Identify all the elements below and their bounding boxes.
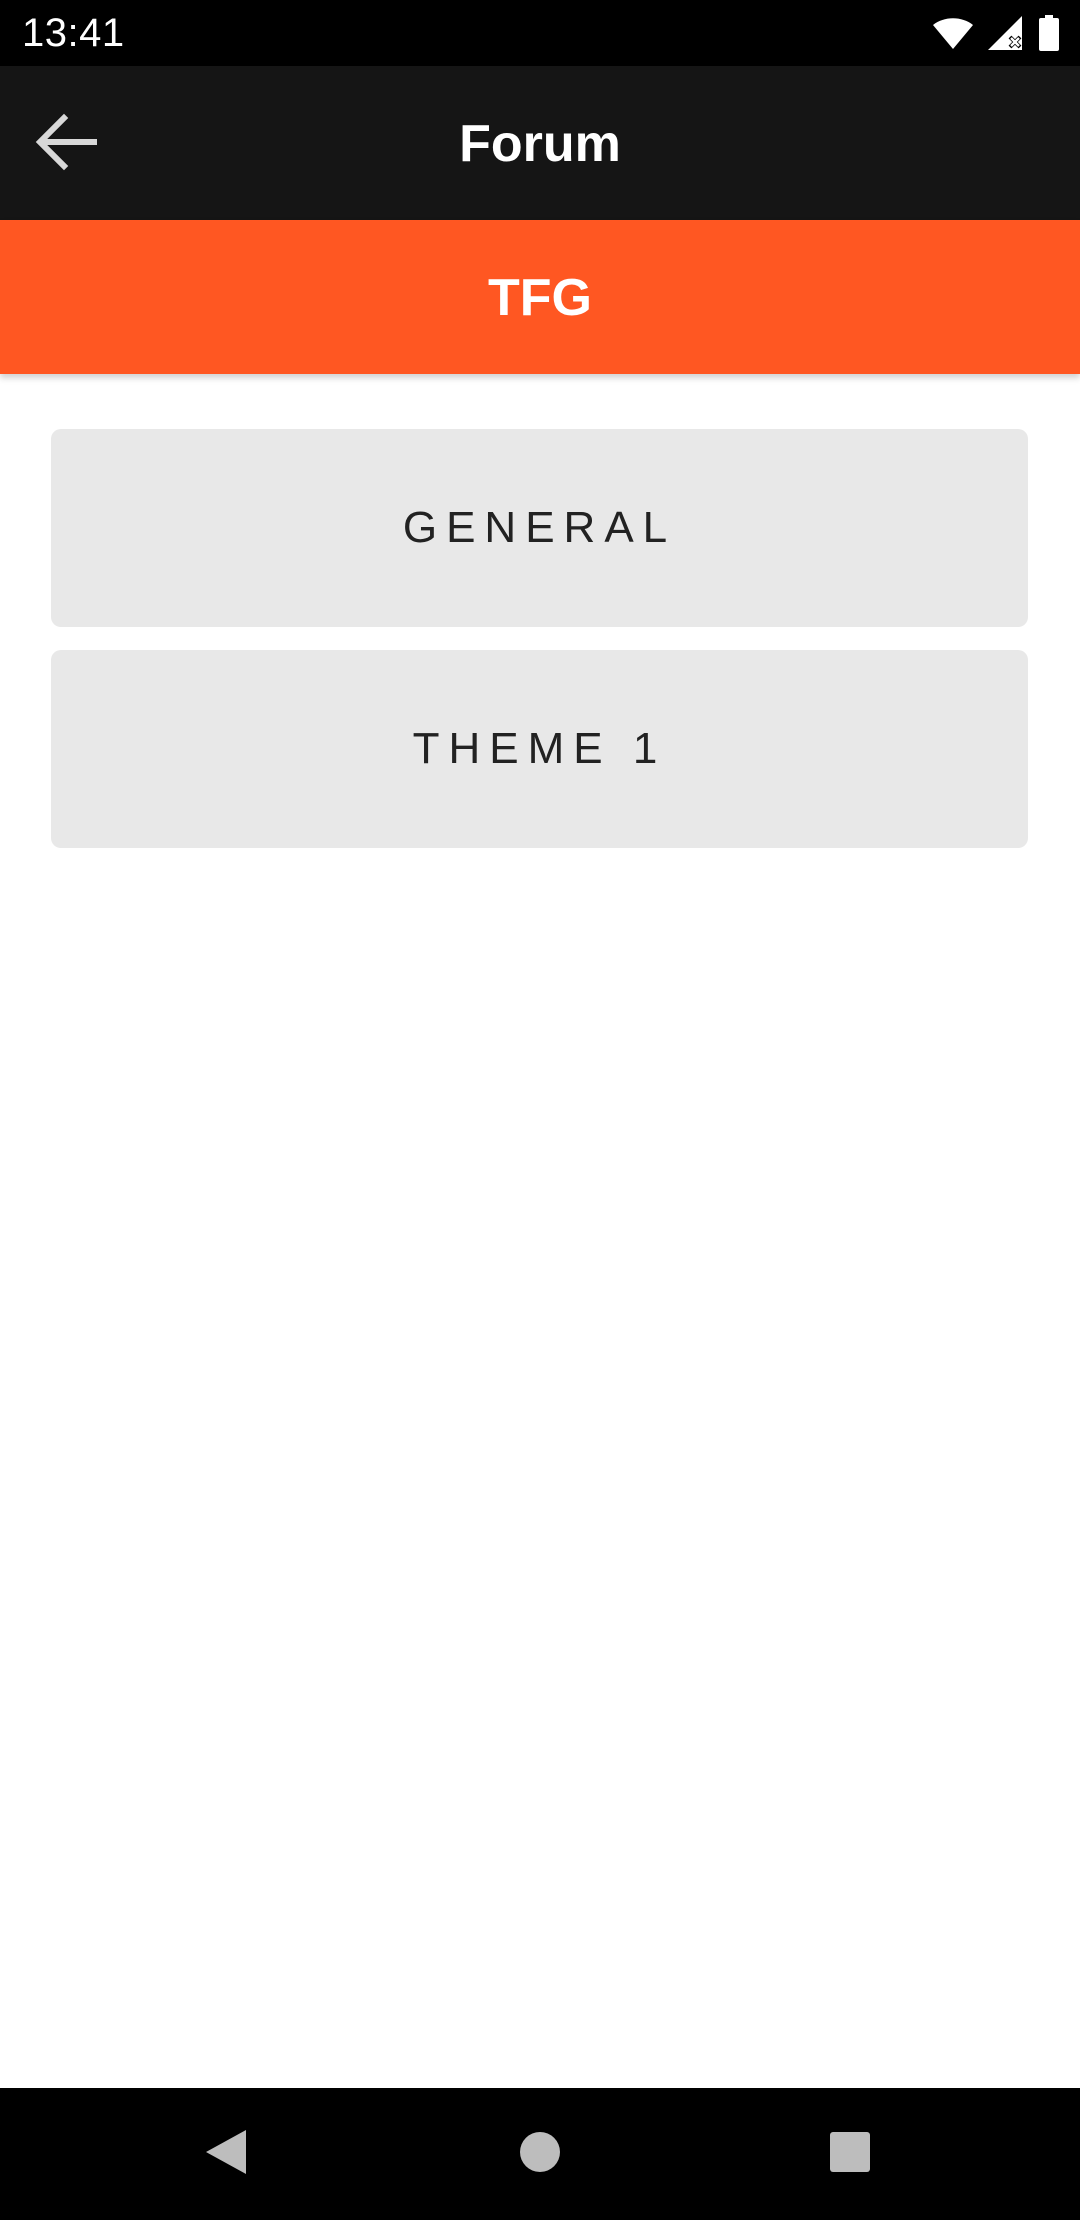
battery-icon <box>1038 15 1060 51</box>
forum-banner: TFG <box>0 220 1080 374</box>
screen: 13:41 Forum TFG GENERAL THEME 1 <box>0 0 1080 2220</box>
theme-1-button-label: THEME 1 <box>412 724 667 773</box>
toolbar: Forum <box>0 66 1080 220</box>
status-icons <box>932 12 1060 54</box>
wifi-icon <box>932 16 974 50</box>
status-bar: 13:41 <box>0 0 1080 66</box>
nav-home-button[interactable] <box>500 2114 580 2194</box>
general-button[interactable]: GENERAL <box>51 429 1028 627</box>
navigation-bar <box>0 2088 1080 2220</box>
nav-recents-icon <box>829 2131 871 2178</box>
status-time: 13:41 <box>22 11 125 55</box>
theme-1-button[interactable]: THEME 1 <box>51 650 1028 848</box>
nav-home-icon <box>519 2131 561 2178</box>
nav-recents-button[interactable] <box>810 2114 890 2194</box>
banner-title: TFG <box>488 269 592 327</box>
toolbar-title: Forum <box>459 115 621 173</box>
cell-signal-icon <box>986 15 1026 51</box>
general-button-label: GENERAL <box>402 503 677 552</box>
nav-back-icon <box>204 2128 248 2181</box>
nav-back-button[interactable] <box>186 2114 266 2194</box>
